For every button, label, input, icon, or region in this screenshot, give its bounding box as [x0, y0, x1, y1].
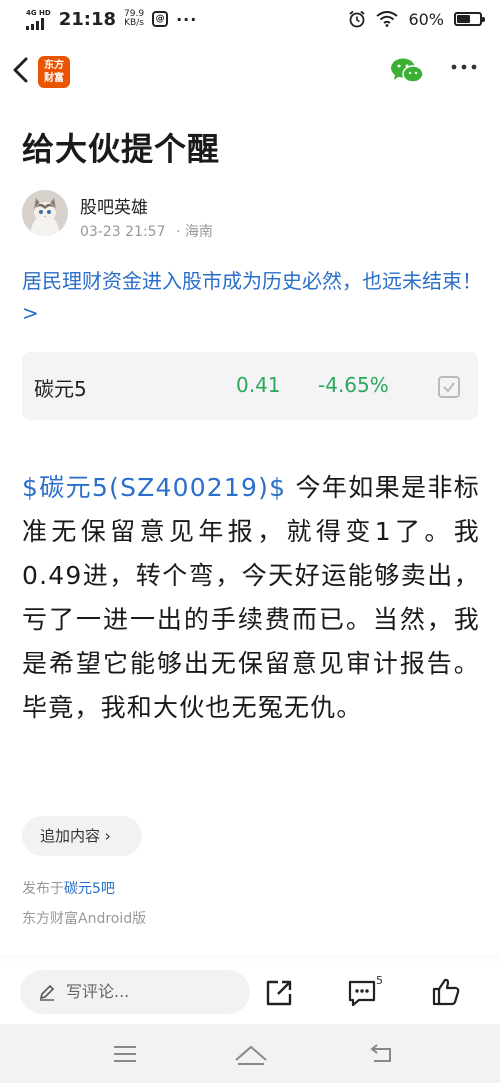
system-nav-bar — [0, 1024, 500, 1083]
wifi-icon — [376, 11, 399, 27]
check-icon — [443, 382, 455, 393]
app-logo: 东方 财富 — [38, 56, 70, 88]
author-name[interactable]: 股吧英雄 — [80, 193, 148, 218]
network-type: 4G HD — [26, 8, 51, 17]
system-back-icon[interactable] — [368, 1042, 394, 1064]
headline-link[interactable]: 居民理财资金进入股市成为历史必然，也远未结束！ > — [22, 265, 482, 329]
post-meta: 03-23 21:57 · 海南 — [80, 221, 213, 241]
post-body-text: 今年如果是非标准无保留意见年报，就得变1了。我0.49进，转个弯，今天好运能够卖… — [22, 473, 480, 722]
status-bar: 4G HD 21:18 79.9 KB/s @ ··· 60% — [0, 0, 500, 38]
forum-link[interactable]: 碳元5吧 — [64, 881, 115, 897]
post-body: $碳元5(SZ400219)$ 今年如果是非标准无保留意见年报，就得变1了。我0… — [22, 466, 480, 730]
stock-quote-card[interactable]: 碳元5 0.41 -4.65% — [22, 352, 478, 420]
battery-percent: 60% — [408, 9, 444, 29]
post-datetime: 03-23 21:57 — [80, 224, 166, 240]
comment-input[interactable]: 写评论... — [20, 970, 250, 1014]
speed-unit: KB/s — [124, 18, 144, 28]
share-icon[interactable] — [264, 978, 294, 1008]
pen-icon — [39, 984, 55, 1001]
author-row[interactable]: 股吧英雄 03-23 21:57 · 海南 — [22, 190, 482, 242]
comment-count: 5 — [376, 974, 383, 987]
cat-avatar-icon — [22, 190, 68, 236]
stock-tag-link[interactable]: $碳元5(SZ400219)$ — [22, 473, 286, 502]
stock-change: -4.65% — [318, 373, 389, 397]
logo-line2: 财富 — [44, 73, 64, 84]
network-speed: 79.9 KB/s — [124, 10, 144, 28]
notification-more-icon: ··· — [176, 9, 198, 29]
client-info: 东方财富Android版 — [22, 911, 147, 927]
post-location: · 海南 — [175, 224, 213, 240]
battery-icon — [454, 12, 485, 26]
comments-icon[interactable] — [347, 978, 379, 1008]
more-icon[interactable] — [450, 62, 478, 72]
post-title: 给大伙提个醒 — [22, 130, 221, 168]
menu-icon[interactable] — [112, 1044, 138, 1064]
published-prefix: 发布于 — [22, 881, 64, 897]
like-icon[interactable] — [430, 976, 462, 1008]
stock-price: 0.41 — [236, 373, 281, 397]
add-content-button[interactable]: 追加内容 › — [22, 816, 142, 856]
network-indicator: 4G HD — [26, 9, 51, 30]
stock-name: 碳元5 — [34, 377, 87, 401]
wechat-share-icon[interactable] — [390, 58, 424, 84]
signal-icon — [26, 17, 51, 30]
alarm-icon — [349, 10, 366, 28]
published-in: 发布于碳元5吧 — [22, 878, 115, 898]
logo-line1: 东方 — [44, 60, 64, 71]
bottom-action-bar: 写评论... 5 — [0, 962, 500, 1024]
author-avatar[interactable] — [22, 190, 68, 236]
clock: 21:18 — [58, 8, 117, 30]
top-nav-bar: 东方 财富 — [0, 46, 500, 94]
app-notification-icon: @ — [152, 11, 169, 27]
home-icon[interactable] — [234, 1042, 268, 1066]
comment-placeholder: 写评论... — [66, 982, 130, 1001]
back-icon[interactable] — [8, 54, 36, 86]
add-to-watchlist-checkbox[interactable] — [438, 376, 460, 398]
